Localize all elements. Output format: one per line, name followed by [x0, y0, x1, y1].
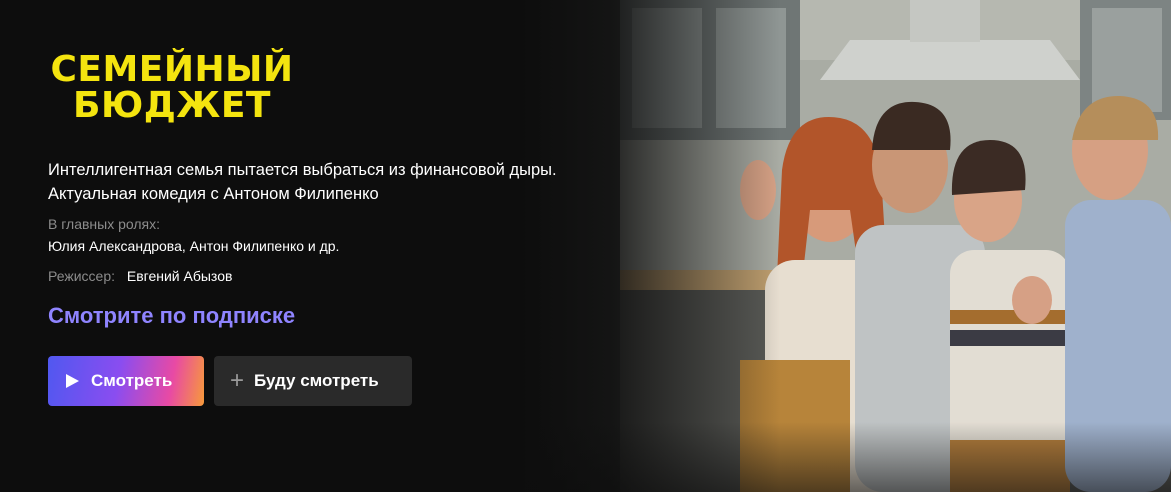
director-value: Евгений Абызов — [126, 268, 233, 284]
plus-icon: + — [230, 367, 245, 394]
title-logo: СЕМЕЙНЫЙ БЮДЖЕТ — [48, 52, 296, 124]
description-line-2: Актуальная комедия с Антоном Филипенко — [48, 185, 379, 203]
title-line-1: СЕМЕЙНЫЙ — [50, 49, 294, 90]
description: Интеллигентная семья пытается выбраться … — [48, 158, 628, 206]
description-line-1: Интеллигентная семья пытается выбраться … — [48, 161, 557, 179]
cast-value: Юлия Александрова, Антон Филипенко и др. — [48, 238, 340, 254]
watch-button-label: Смотреть — [91, 371, 173, 390]
watch-later-button-label: Буду смотреть — [254, 371, 379, 390]
title-line-2: БЮДЖЕТ — [73, 85, 271, 126]
hero-banner: СЕМЕЙНЫЙ БЮДЖЕТ Интеллигентная семья пыт… — [0, 0, 1171, 492]
hero-background-image — [520, 0, 1171, 492]
director-row: Режиссер: Евгений Абызов — [48, 268, 232, 284]
cast-label: В главных ролях: — [48, 216, 161, 232]
watch-later-button[interactable]: + Буду смотреть — [214, 356, 412, 406]
play-icon — [66, 374, 79, 388]
director-label: Режиссер: — [48, 268, 115, 284]
subscription-text: Смотрите по подписке — [48, 303, 296, 328]
watch-button[interactable]: Смотреть — [48, 356, 204, 406]
